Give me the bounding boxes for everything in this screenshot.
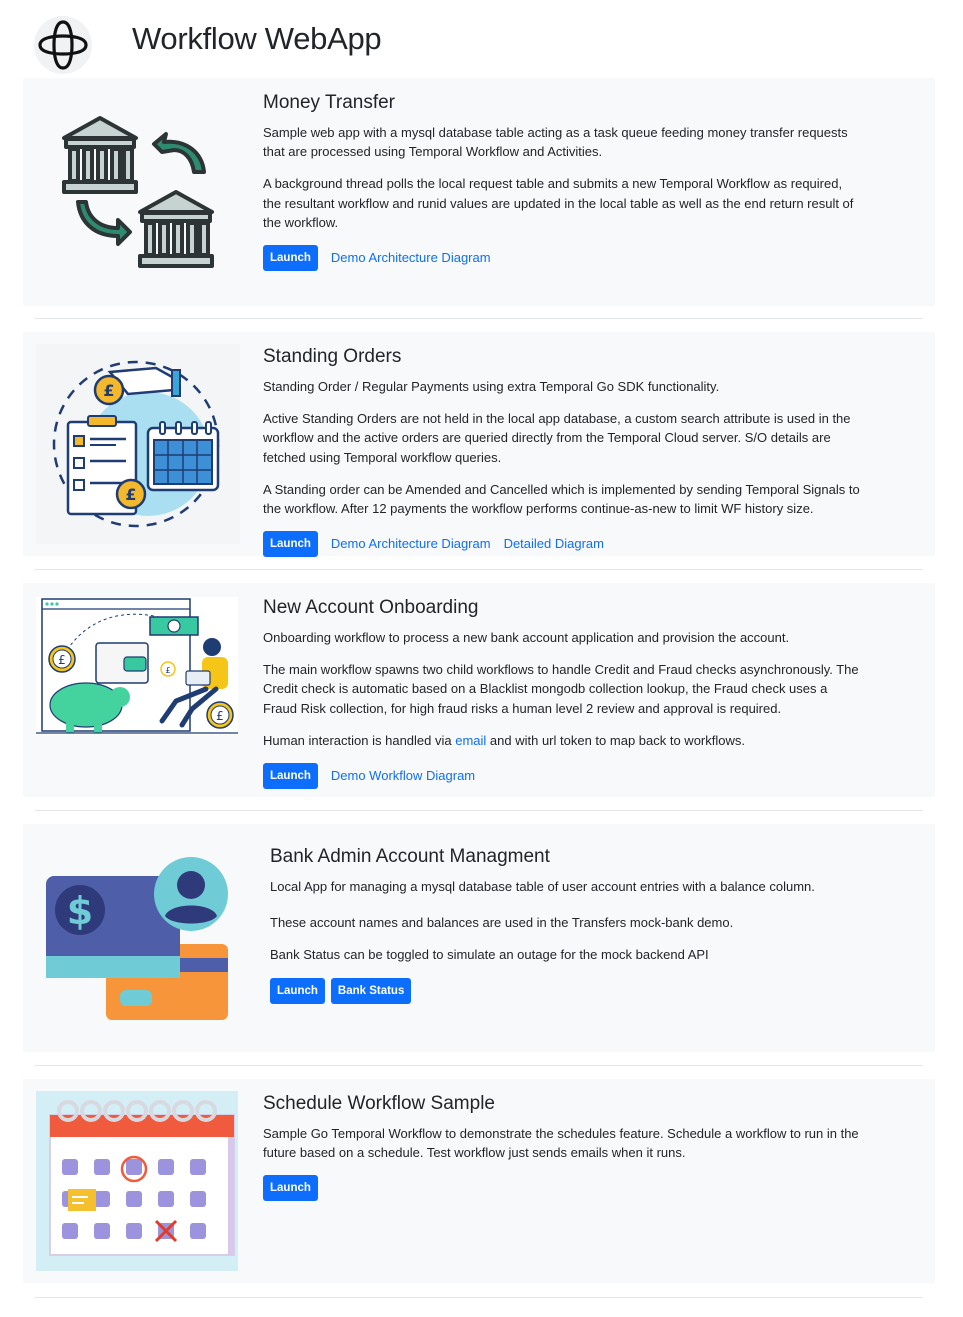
card-schedule-workflow: Schedule Workflow Sample Sample Go Tempo… [23, 1079, 935, 1283]
card-description: Sample Go Temporal Workflow to demonstra… [263, 1125, 859, 1161]
card-body: New Account Onboarding Onboarding workfl… [263, 597, 863, 789]
card-body: Money Transfer Sample web app with a mys… [263, 92, 863, 271]
card-actions: Launch Demo Architecture Diagram Detaile… [263, 531, 863, 558]
svg-text:£: £ [103, 381, 114, 400]
card-actions: Launch Bank Status [270, 977, 870, 1004]
divider [35, 810, 923, 811]
divider [35, 318, 923, 319]
card-description: Sample web app with a mysql database tab… [263, 124, 848, 160]
launch-button[interactable]: Launch [263, 1175, 318, 1202]
card-money-transfer: Money Transfer Sample web app with a mys… [23, 78, 935, 306]
email-link[interactable]: email [455, 733, 486, 748]
card-description: Standing Order / Regular Payments using … [263, 378, 720, 394]
card-body: Standing Orders Standing Order / Regular… [263, 346, 863, 558]
card-title: Bank Admin Account Managment [270, 846, 550, 867]
svg-text:£: £ [216, 709, 224, 723]
launch-button[interactable]: Launch [263, 531, 318, 558]
temporal-logo-icon [33, 16, 93, 74]
card-description: Active Standing Orders are not held in t… [263, 411, 851, 465]
bank-status-button[interactable]: Bank Status [330, 977, 412, 1004]
card-title: Standing Orders [263, 346, 402, 367]
demo-architecture-diagram-link[interactable]: Demo Architecture Diagram [331, 534, 491, 554]
card-body: Bank Admin Account Managment Local App f… [270, 846, 870, 1004]
card-description: The main workflow spawns two child workf… [263, 662, 859, 716]
bank-transfer-icon [36, 106, 236, 276]
divider [35, 1065, 923, 1066]
card-body: Schedule Workflow Sample Sample Go Tempo… [263, 1093, 863, 1202]
svg-text:$: $ [67, 889, 93, 933]
card-description: Human interaction is handled via email a… [263, 731, 863, 750]
card-description: A background thread polls the local requ… [263, 176, 854, 230]
app-header: Workflow WebApp [0, 0, 963, 80]
calendar-schedule-icon [36, 1091, 238, 1271]
detailed-diagram-link[interactable]: Detailed Diagram [504, 534, 604, 554]
divider [35, 569, 923, 570]
launch-button[interactable]: Launch [270, 977, 325, 1004]
card-actions: Launch Demo Workflow Diagram [263, 762, 863, 789]
card-description: A Standing order can be Amended and Canc… [263, 481, 860, 516]
card-description: Local App for managing a mysql database … [270, 878, 815, 894]
launch-button[interactable]: Launch [263, 762, 318, 789]
human-interaction-text-end: and with url token to map back to workfl… [486, 732, 745, 748]
card-title: Schedule Workflow Sample [263, 1093, 495, 1114]
card-new-account-onboarding: £ £ £ New Account Onboarding Onboarding … [23, 583, 935, 797]
account-card-icon: $ [36, 852, 236, 1022]
card-actions: Launch [263, 1175, 863, 1202]
card-title: New Account Onboarding [263, 597, 479, 618]
svg-text:£: £ [58, 653, 66, 667]
card-description: Onboarding workflow to process a new ban… [263, 629, 790, 645]
launch-button[interactable]: Launch [263, 244, 318, 271]
card-bank-admin: $ Bank Admin Account Managment Local App… [23, 824, 935, 1052]
standing-orders-icon: £ £ [36, 344, 240, 544]
card-description: These account names and balances are use… [270, 915, 734, 931]
demo-workflow-diagram-link[interactable]: Demo Workflow Diagram [331, 766, 475, 786]
app-title: Workflow WebApp [132, 21, 382, 56]
demo-architecture-diagram-link[interactable]: Demo Architecture Diagram [331, 248, 491, 268]
card-standing-orders: £ £ Standing Orders Standing Order / Reg… [23, 332, 935, 558]
card-title: Money Transfer [263, 92, 395, 113]
svg-text:£: £ [125, 485, 136, 504]
card-description: Bank Status can be toggled to simulate a… [270, 947, 709, 963]
onboarding-icon: £ £ £ [36, 597, 238, 735]
divider [35, 1297, 923, 1298]
human-interaction-text: Human interaction is handled via [263, 732, 456, 748]
card-actions: Launch Demo Architecture Diagram [263, 244, 863, 271]
svg-text:£: £ [165, 666, 170, 675]
